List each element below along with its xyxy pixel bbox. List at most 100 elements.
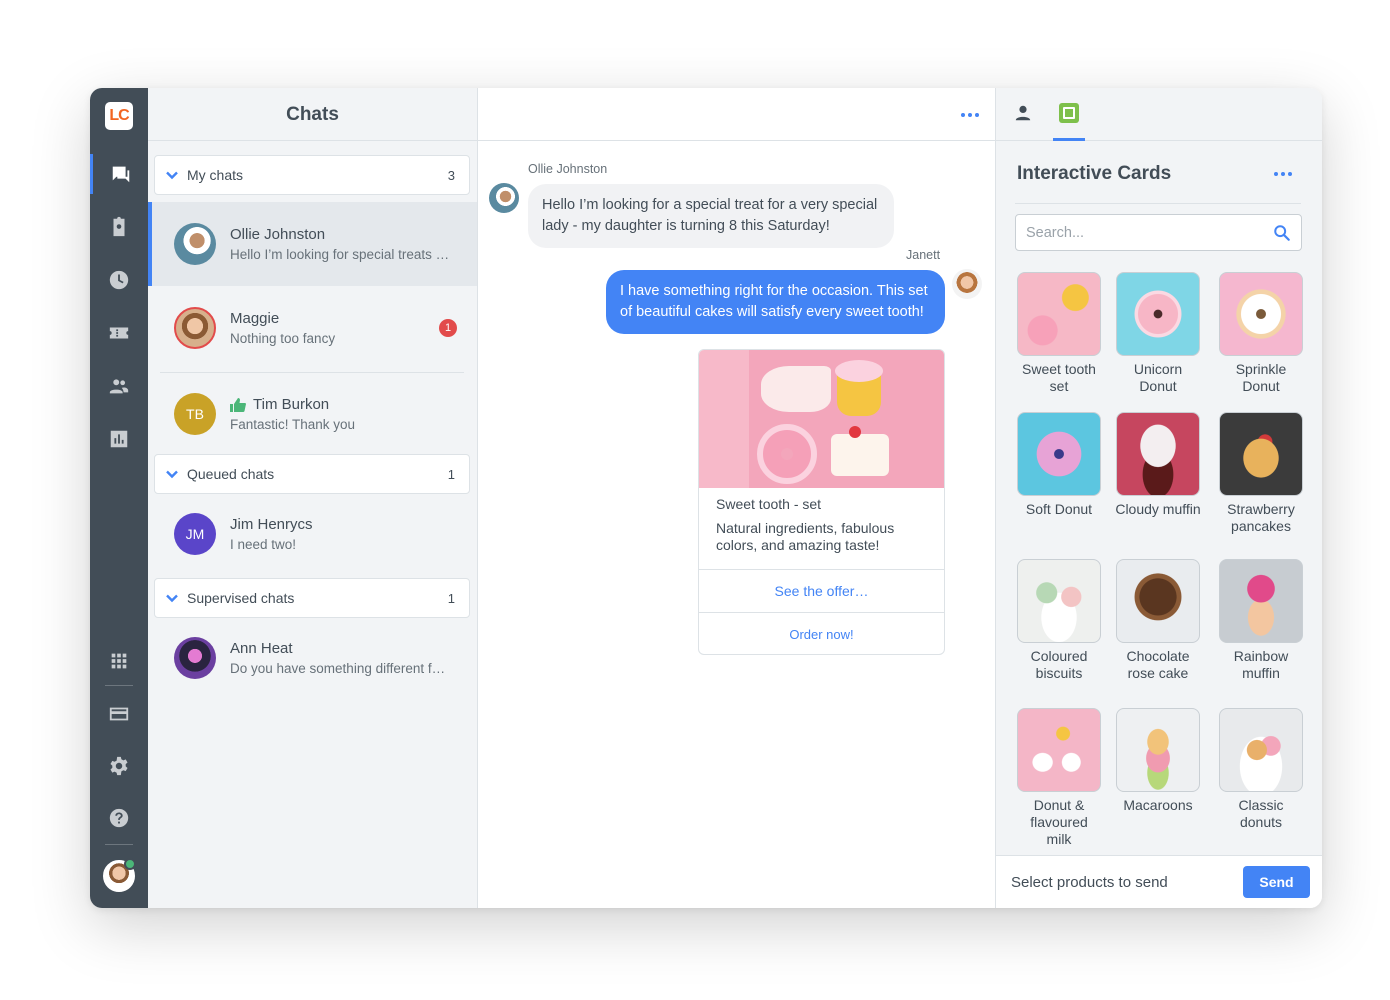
- chat-name: Tim Burkon: [253, 396, 330, 413]
- thumbs-up-icon: [230, 397, 246, 412]
- product-name: Strawberry pancakes: [1227, 501, 1295, 534]
- product-name: Soft Donut: [1025, 501, 1093, 517]
- product-card-item[interactable]: Classic donuts: [1218, 708, 1304, 831]
- card-description: Natural ingredients, fabulous colors, an…: [716, 520, 895, 553]
- footer-label: Select products to send: [1011, 873, 1168, 891]
- nav-apps-icon[interactable]: [90, 641, 148, 681]
- chat-item-tim[interactable]: TB Tim Burkon Fantastic! Thank you: [148, 372, 477, 456]
- group-my-chats[interactable]: My chats 3: [154, 155, 470, 195]
- agent-mini-avatar: [952, 269, 982, 299]
- app-window: LC Chats My chats 3 Ollie Johnston Hello…: [90, 88, 1322, 908]
- avatar: JM: [174, 513, 216, 555]
- product-card-item[interactable]: Sweet tooth set: [1016, 272, 1102, 395]
- product-thumbnail: [1219, 272, 1303, 356]
- product-name: Sweet tooth set: [1022, 361, 1096, 394]
- product-thumbnail: [1219, 708, 1303, 792]
- product-card-item[interactable]: Rainbow muffin: [1218, 559, 1304, 682]
- nav-customers-icon[interactable]: [90, 366, 148, 406]
- nav-billing-icon[interactable]: [90, 694, 148, 734]
- nav-reports-icon[interactable]: [90, 419, 148, 459]
- product-card-item[interactable]: Cloudy muffin: [1115, 412, 1201, 518]
- product-card-item[interactable]: Sprinkle Donut: [1218, 272, 1304, 395]
- product-card-item[interactable]: Strawberry pancakes: [1218, 412, 1304, 535]
- chats-list-panel: Chats My chats 3 Ollie Johnston Hello I’…: [148, 88, 478, 908]
- chevron-down-icon: [165, 168, 179, 182]
- chat-item-jim[interactable]: JM Jim Henrycs I need two!: [148, 492, 477, 576]
- product-card: Sweet tooth - set Natural ingredients, f…: [698, 349, 945, 655]
- avatar: [174, 637, 216, 679]
- chat-name: Jim Henrycs: [230, 516, 313, 533]
- product-card-item[interactable]: Coloured biscuits: [1016, 559, 1102, 682]
- product-card-item[interactable]: Macaroons: [1115, 708, 1201, 814]
- product-card-item[interactable]: Donut & flavoured milk: [1016, 708, 1102, 848]
- group-count: 3: [447, 167, 455, 183]
- see-offer-button[interactable]: See the offer…: [699, 570, 944, 613]
- interactive-cards-tab-icon[interactable]: [1053, 98, 1085, 141]
- chat-preview: Nothing too fancy: [230, 331, 336, 346]
- rail-divider: [105, 685, 133, 686]
- product-card-item[interactable]: Unicorn Donut: [1115, 272, 1201, 395]
- product-name: Cloudy muffin: [1115, 501, 1201, 517]
- product-thumbnail: [1116, 559, 1200, 643]
- product-thumbnail: [1219, 412, 1303, 496]
- chat-item-ollie[interactable]: Ollie Johnston Hello I’m looking for spe…: [148, 202, 477, 286]
- product-thumbnail: [1116, 272, 1200, 356]
- product-name: Macaroons: [1123, 797, 1193, 813]
- product-name: Rainbow muffin: [1233, 648, 1289, 681]
- search-icon[interactable]: [1273, 224, 1291, 242]
- product-card-item[interactable]: Soft Donut: [1016, 412, 1102, 518]
- more-options-icon[interactable]: [961, 113, 979, 117]
- search-input[interactable]: [1026, 224, 1273, 241]
- send-button[interactable]: Send: [1243, 866, 1310, 898]
- chat-preview: Hello I’m looking for special treats for…: [230, 247, 452, 262]
- group-count: 1: [447, 590, 455, 606]
- avatar: TB: [174, 393, 216, 435]
- chat-name: Ollie Johnston: [230, 226, 326, 243]
- unread-badge: 1: [439, 319, 457, 337]
- chats-title: Chats: [148, 88, 477, 141]
- conversation-panel: Ollie Johnston Hello I’m looking for a s…: [478, 88, 996, 908]
- panel-title: Interactive Cards: [1017, 163, 1172, 184]
- customer-details-icon[interactable]: [1012, 98, 1034, 128]
- order-now-button[interactable]: Order now!: [699, 613, 944, 654]
- chat-preview: Do you have something different for my b…: [230, 661, 452, 676]
- product-name: Chocolate rose cake: [1126, 648, 1190, 681]
- product-thumbnail: [1116, 708, 1200, 792]
- nav-archives-icon[interactable]: [90, 260, 148, 300]
- group-label: My chats: [187, 167, 244, 183]
- product-thumbnail: [1017, 708, 1101, 792]
- product-name: Classic donuts: [1238, 797, 1284, 830]
- app-logo[interactable]: LC: [105, 102, 133, 130]
- group-supervised-chats[interactable]: Supervised chats 1: [154, 578, 470, 618]
- card-title: Sweet tooth - set: [716, 496, 822, 512]
- group-label: Queued chats: [187, 466, 275, 482]
- message-author: Janett: [906, 248, 941, 262]
- nav-rail: LC: [90, 88, 148, 908]
- panel-more-options-icon[interactable]: [1274, 172, 1292, 176]
- avatar: [174, 307, 216, 349]
- nav-settings-icon[interactable]: [90, 746, 148, 786]
- chat-preview: Fantastic! Thank you: [230, 417, 356, 432]
- message-bubble-incoming: Hello I’m looking for a special treat fo…: [528, 184, 894, 248]
- nav-tickets-icon[interactable]: [90, 207, 148, 247]
- product-search[interactable]: [1015, 214, 1302, 251]
- group-count: 1: [447, 466, 455, 482]
- card-image: [699, 350, 944, 488]
- product-name: Donut & flavoured milk: [1030, 797, 1088, 847]
- nav-help-icon[interactable]: [90, 798, 148, 838]
- nav-ticket-icon[interactable]: [90, 313, 148, 353]
- avatar: [174, 223, 216, 265]
- product-name: Unicorn Donut: [1133, 361, 1183, 394]
- product-card-item[interactable]: Chocolate rose cake: [1115, 559, 1201, 682]
- chat-item-ann[interactable]: Ann Heat Do you have something different…: [148, 616, 477, 700]
- message-bubble-outgoing: I have something right for the occasion.…: [606, 270, 945, 334]
- product-thumbnail: [1017, 272, 1101, 356]
- panel-tabs: [996, 88, 1322, 141]
- nav-chats-icon[interactable]: [90, 154, 148, 194]
- message-author: Ollie Johnston: [528, 162, 608, 176]
- customer-avatar: [489, 183, 519, 213]
- group-queued-chats[interactable]: Queued chats 1: [154, 454, 470, 494]
- product-thumbnail: [1116, 412, 1200, 496]
- chat-item-maggie[interactable]: Maggie Nothing too fancy 1: [148, 286, 477, 370]
- chat-name-row: Tim Burkon: [230, 396, 477, 413]
